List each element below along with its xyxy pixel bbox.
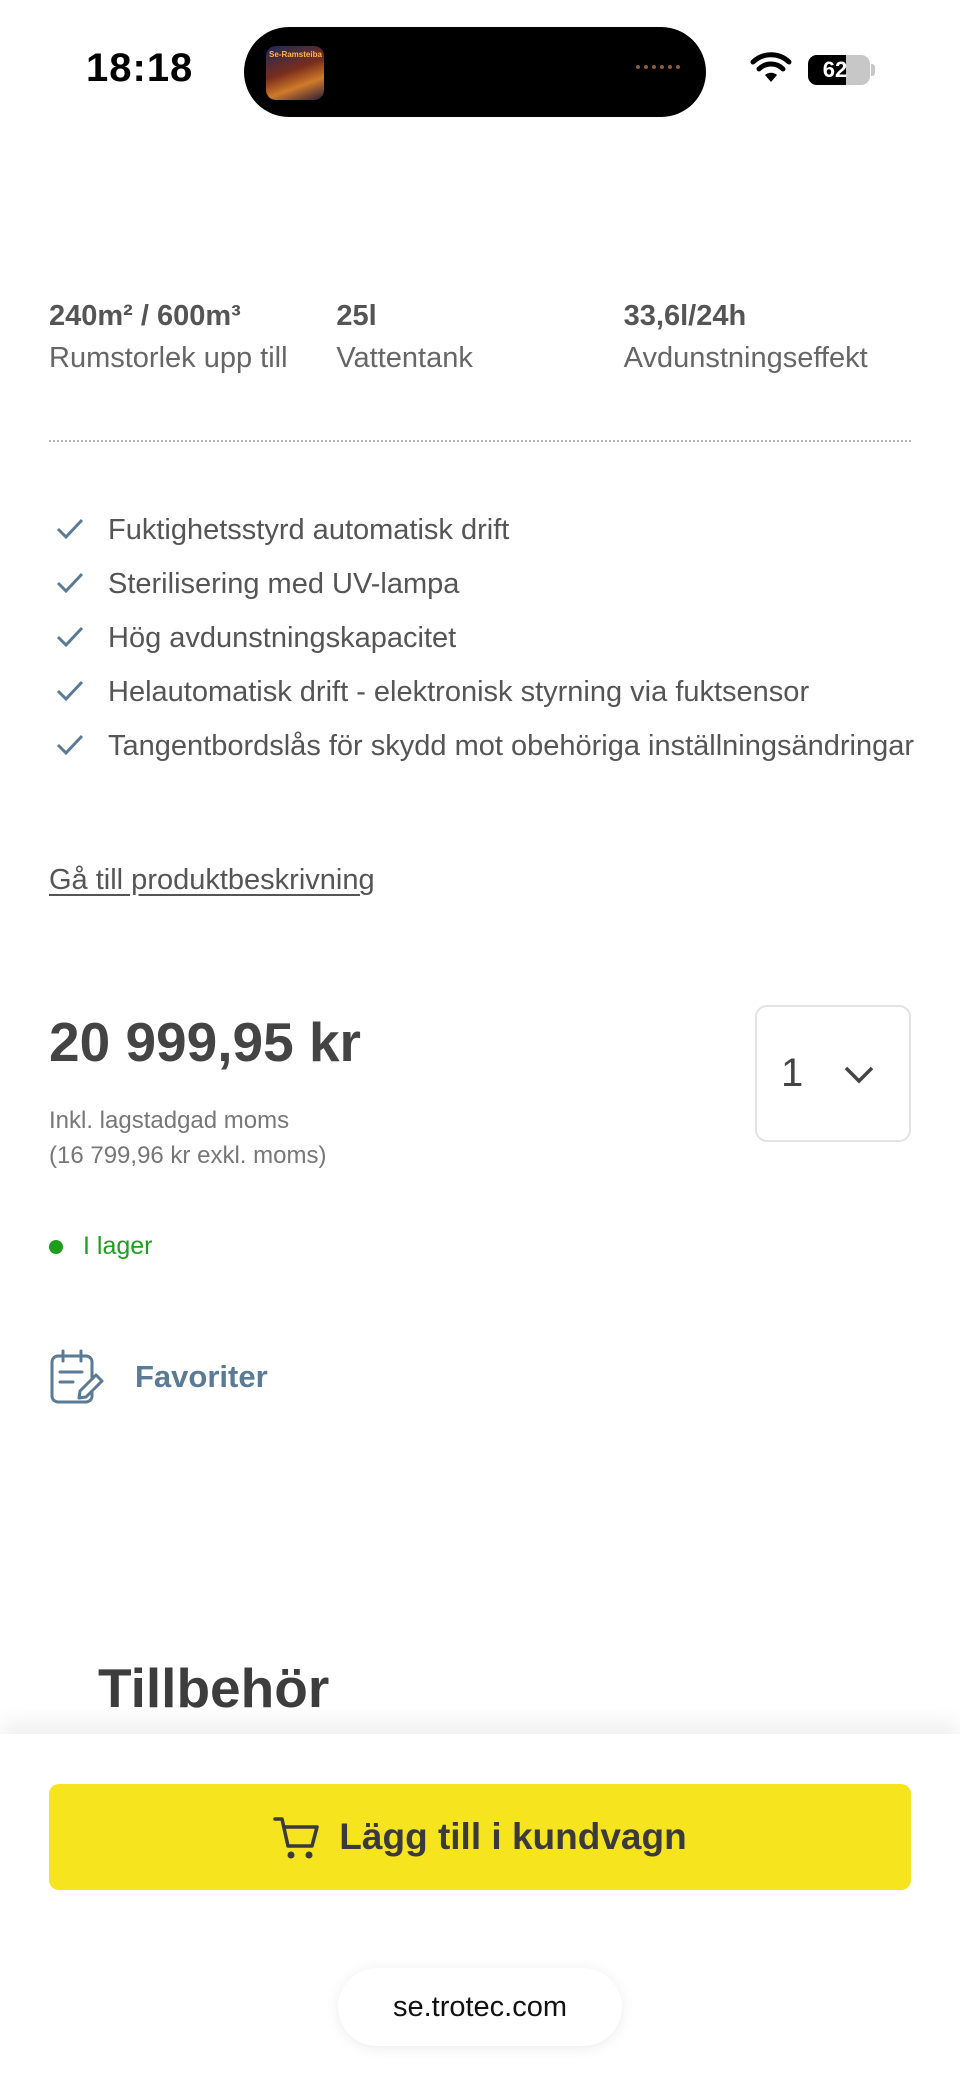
dotted-divider bbox=[49, 440, 911, 442]
check-icon bbox=[56, 734, 84, 756]
feature-list: Fuktighetsstyrd automatisk drift Sterili… bbox=[49, 508, 919, 778]
spec-water-tank: 25l Vattentank bbox=[336, 296, 623, 380]
favorites-button[interactable]: Favoriter bbox=[49, 1348, 268, 1406]
status-time: 18:18 bbox=[86, 46, 194, 90]
spec-label: Rumstorlek upp till bbox=[49, 342, 288, 374]
vat-included-text: Inkl. lagstadgad moms bbox=[49, 1107, 290, 1134]
favorites-label: Favoriter bbox=[135, 1359, 268, 1394]
battery-level: 62 bbox=[822, 57, 848, 82]
wifi-icon bbox=[750, 52, 792, 82]
product-specs: 240m² / 600m³ Rumstorlek upp till 25l Va… bbox=[49, 296, 911, 380]
add-to-cart-button[interactable]: Lägg till i kundvagn bbox=[49, 1784, 911, 1890]
audio-waveform-icon bbox=[636, 65, 680, 69]
accessories-heading: Tillbehör bbox=[98, 1657, 330, 1719]
feature-item: Fuktighetsstyrd automatisk drift bbox=[49, 508, 919, 552]
price-excl-vat: (16 799,96 kr exkl. moms) bbox=[49, 1142, 327, 1169]
feature-item: Tangentbordslås för skydd mot obehöriga … bbox=[49, 724, 919, 768]
address-bar[interactable]: se.trotec.com bbox=[338, 1968, 622, 2046]
spec-label: Vattentank bbox=[336, 342, 473, 374]
spec-value: 33,6l/24h bbox=[623, 300, 747, 332]
notepad-edit-icon bbox=[50, 1349, 104, 1404]
spec-evaporation: 33,6l/24h Avdunstningseffekt bbox=[624, 296, 911, 380]
artwork-text: Se-Ramsteiba bbox=[269, 50, 322, 59]
spec-label: Avdunstningseffekt bbox=[623, 342, 868, 374]
now-playing-artwork[interactable]: Se-Ramsteiba bbox=[266, 46, 324, 100]
quantity-select[interactable]: 1 bbox=[755, 1005, 911, 1142]
dynamic-island[interactable]: Se-Ramsteiba bbox=[244, 27, 706, 117]
url-text: se.trotec.com bbox=[392, 1990, 568, 2023]
chevron-down-icon bbox=[844, 1066, 874, 1084]
check-icon bbox=[56, 680, 84, 702]
status-bar: 18:18 Se-Ramsteiba 62 bbox=[0, 0, 960, 140]
feature-text: Helautomatisk drift - elektronisk styrni… bbox=[108, 676, 810, 708]
feature-text: Sterilisering med UV-lampa bbox=[108, 568, 460, 600]
feature-text: Fuktighetsstyrd automatisk drift bbox=[108, 514, 510, 546]
check-icon bbox=[56, 518, 84, 540]
feature-text: Hög avdunstningskapacitet bbox=[108, 622, 457, 654]
spec-room-size: 240m² / 600m³ Rumstorlek upp till bbox=[49, 296, 336, 380]
shopping-cart-icon bbox=[273, 1817, 320, 1859]
product-description-link[interactable]: Gå till produktbeskrivning bbox=[49, 864, 375, 897]
battery-nub bbox=[871, 64, 875, 76]
spec-value: 25l bbox=[336, 300, 377, 332]
stock-status: I lager bbox=[49, 1232, 152, 1261]
feature-text: Tangentbordslås för skydd mot obehöriga … bbox=[108, 730, 915, 762]
stock-dot-icon bbox=[49, 1239, 63, 1254]
check-icon bbox=[56, 626, 84, 648]
price-vat-note: Inkl. lagstadgad moms (16 799,96 kr exkl… bbox=[49, 1103, 326, 1173]
feature-item: Sterilisering med UV-lampa bbox=[49, 562, 919, 606]
spec-value: 240m² / 600m³ bbox=[49, 300, 241, 332]
add-to-cart-label: Lägg till i kundvagn bbox=[339, 1816, 687, 1857]
battery-icon: 62 bbox=[808, 55, 870, 85]
check-icon bbox=[56, 572, 84, 594]
price: 20 999,95 kr bbox=[49, 1011, 361, 1073]
quantity-value: 1 bbox=[781, 1051, 804, 1095]
feature-item: Helautomatisk drift - elektronisk styrni… bbox=[49, 670, 919, 714]
feature-item: Hög avdunstningskapacitet bbox=[49, 616, 919, 660]
sticky-cart-bar: Lägg till i kundvagn se.trotec.com bbox=[0, 1734, 960, 2081]
stock-text: I lager bbox=[83, 1232, 153, 1260]
